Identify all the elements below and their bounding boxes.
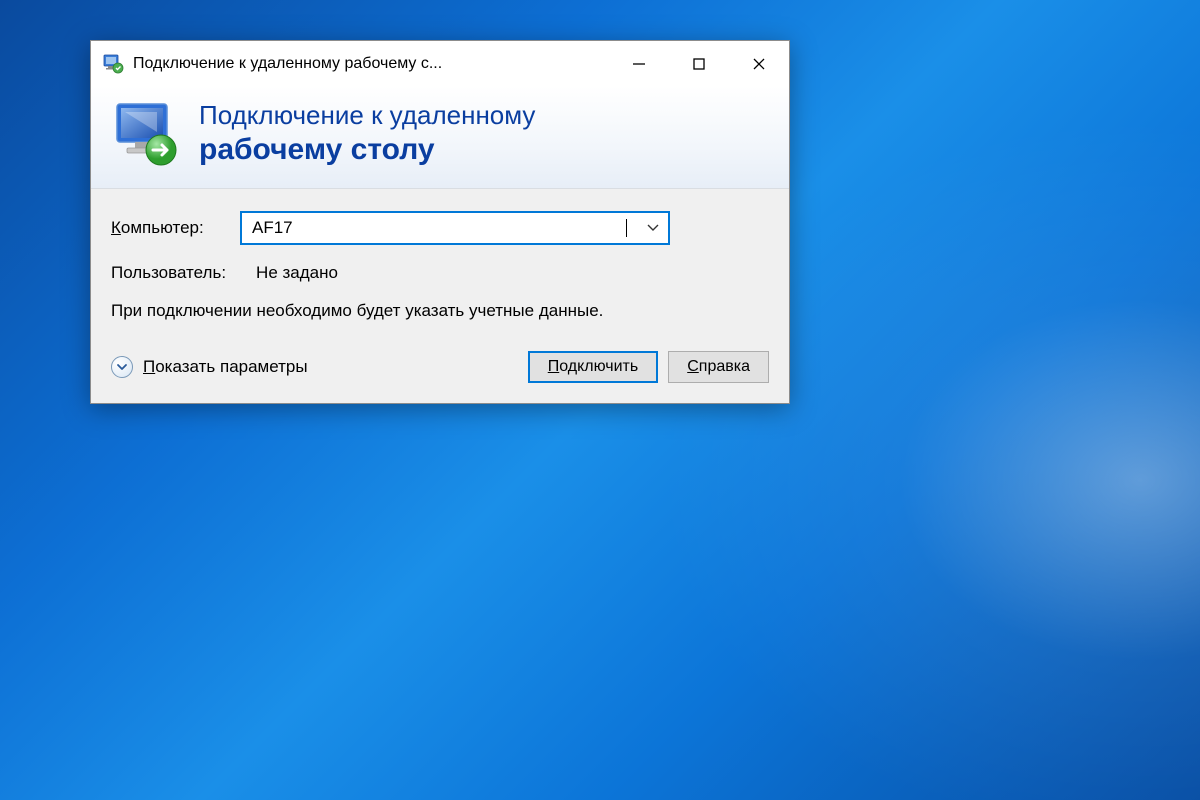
expand-chevron-icon[interactable] xyxy=(111,356,133,378)
window-controls xyxy=(609,41,789,86)
maximize-button[interactable] xyxy=(669,41,729,86)
text-cursor xyxy=(626,219,638,237)
close-button[interactable] xyxy=(729,41,789,86)
computer-label: Компьютер: xyxy=(111,218,226,238)
computer-input[interactable] xyxy=(252,218,624,238)
header-line2: рабочему столу xyxy=(199,133,535,167)
user-label: Пользователь: xyxy=(111,263,226,283)
dialog-header: Подключение к удаленному рабочему столу xyxy=(91,86,789,189)
rdp-icon xyxy=(111,100,181,170)
rdp-dialog-window: Подключение к удаленному рабочему с... xyxy=(90,40,790,404)
help-button[interactable]: Справка xyxy=(668,351,769,383)
user-row: Пользователь: Не задано xyxy=(111,263,769,283)
minimize-button[interactable] xyxy=(609,41,669,86)
header-line1: Подключение к удаленному xyxy=(199,100,535,131)
show-options-link[interactable]: Показать параметры xyxy=(143,357,518,377)
connect-button[interactable]: Подключить xyxy=(528,351,658,383)
chevron-down-icon[interactable] xyxy=(638,213,668,243)
user-value: Не задано xyxy=(256,263,338,283)
header-text: Подключение к удаленному рабочему столу xyxy=(199,100,535,167)
computer-row: Компьютер: xyxy=(111,211,769,245)
footer-row: Показать параметры Подключить Справка xyxy=(111,351,769,383)
window-title: Подключение к удаленному рабочему с... xyxy=(133,55,609,73)
credentials-info: При подключении необходимо будет указать… xyxy=(111,299,769,323)
computer-combobox[interactable] xyxy=(240,211,670,245)
dialog-body: Компьютер: Пользователь: Не задано При п… xyxy=(91,189,789,403)
titlebar[interactable]: Подключение к удаленному рабочему с... xyxy=(91,41,789,86)
app-icon-small xyxy=(103,53,125,75)
